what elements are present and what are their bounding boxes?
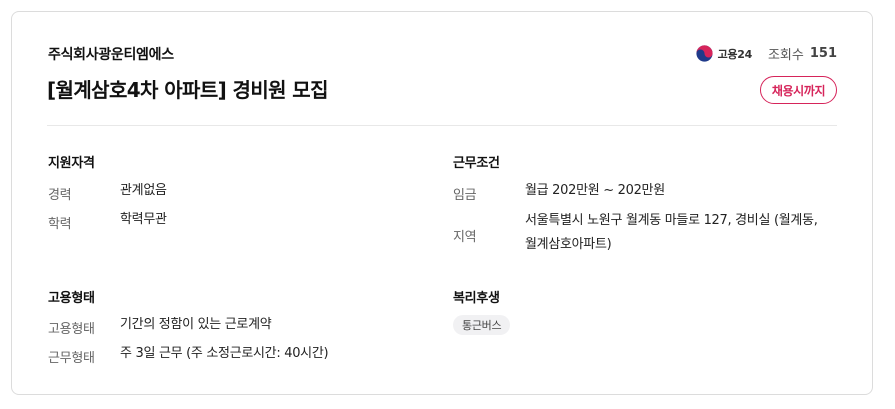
- welfare-tag: 통근버스: [453, 315, 511, 335]
- region-value-line1: 서울특별시 노원구 월계동 마들로 127, 경비실 (월계동,: [525, 213, 818, 228]
- education-label: 학력: [48, 217, 72, 232]
- education-value: 학력무관: [120, 212, 167, 227]
- company-name: 주식회사광운티엠에스: [48, 47, 174, 63]
- taegeuk-icon: [696, 45, 713, 62]
- employment-type-label: 고용형태: [48, 322, 95, 337]
- views-count: 151: [809, 46, 837, 61]
- header-divider: [47, 125, 837, 126]
- source-logo-text: 고용24: [717, 47, 753, 61]
- work-schedule-value: 주 3일 근무 (주 소정근로시간: 40시간): [120, 346, 329, 361]
- experience-value: 관계없음: [120, 183, 167, 198]
- experience-label: 경력: [48, 188, 72, 203]
- job-title: [월계삼호4차 아파트] 경비원 모집: [47, 78, 328, 102]
- job-posting-card: 주식회사광운티엠에스 [월계삼호4차 아파트] 경비원 모집 고용24 조회수 …: [11, 11, 873, 395]
- qualification-section-title: 지원자격: [48, 156, 95, 171]
- employment-section-title: 고용형태: [48, 291, 95, 306]
- wage-value: 월급 202만원 ~ 202만원: [525, 183, 665, 198]
- welfare-section-title: 복리후생: [453, 291, 500, 306]
- employment-type-value: 기간의 정함이 있는 근로계약: [120, 317, 272, 332]
- deadline-badge[interactable]: 채용시까지: [760, 76, 837, 104]
- conditions-section-title: 근무조건: [453, 156, 500, 171]
- source-logo: 고용24: [696, 45, 752, 62]
- work-schedule-label: 근무형태: [48, 351, 95, 366]
- posting-meta: 고용24 조회수 151: [696, 44, 837, 63]
- region-value-line2: 월계삼호아파트): [525, 237, 612, 252]
- wage-label: 임금: [453, 188, 477, 203]
- views-label: 조회수: [767, 48, 804, 63]
- region-label: 지역: [453, 230, 477, 245]
